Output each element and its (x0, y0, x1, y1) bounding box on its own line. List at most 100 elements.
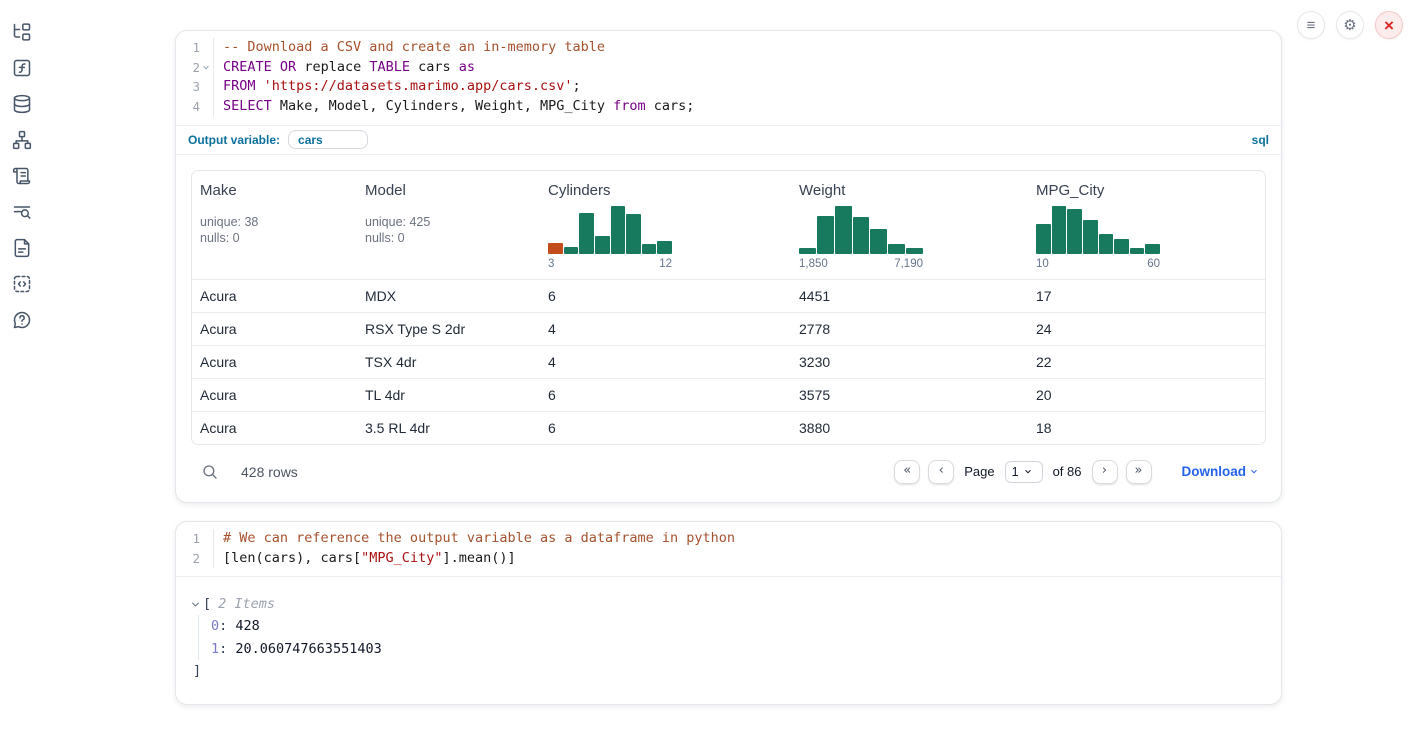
table-cell: 18 (1028, 420, 1265, 436)
histogram-bar (1067, 209, 1082, 254)
tree-body: 0: 4281: 20.060747663551403 (198, 615, 1261, 660)
code-line: 2[len(cars), cars["MPG_City"].mean()] (176, 549, 1281, 569)
column-histogram: 3 12 (548, 206, 672, 270)
table-cell: 3575 (791, 387, 1028, 403)
tree-colon: : (219, 641, 235, 657)
fold-spacer (200, 38, 211, 58)
table-cell: Acura (192, 321, 357, 337)
sitemap-icon[interactable] (12, 130, 32, 150)
output-variable-input[interactable] (288, 130, 368, 149)
tree-head: [ 2 Items (193, 593, 1261, 615)
tree-entry: 1: 20.060747663551403 (211, 638, 1261, 661)
histogram-max-label: 7,190 (894, 258, 923, 270)
histogram-max-label: 12 (659, 258, 672, 270)
table-cell: RSX Type S 2dr (357, 321, 540, 337)
code-text[interactable]: SELECT Make, Model, Cylinders, Weight, M… (213, 97, 1281, 117)
table-cell: 22 (1028, 354, 1265, 370)
tree-key: 0 (211, 618, 219, 634)
search-list-icon[interactable] (12, 202, 32, 222)
double-chevron-left-icon: « (903, 463, 911, 478)
table-body: AcuraMDX6445117AcuraRSX Type S 2dr427782… (192, 279, 1265, 444)
fold-spacer (200, 529, 211, 549)
sql-cell: 1 -- Download a CSV and create an in-memo… (175, 30, 1282, 503)
page-select[interactable]: 1 (1005, 461, 1043, 483)
help-icon[interactable] (12, 310, 32, 330)
settings-button[interactable]: ⚙ (1336, 11, 1364, 39)
fold-spacer (200, 549, 211, 569)
table-row: AcuraTSX 4dr4323022 (192, 345, 1265, 378)
column-header-make[interactable]: Makeunique: 38nulls: 0 (192, 182, 357, 270)
column-header-mpg_city[interactable]: MPG_City1060 (1028, 182, 1265, 270)
table-cell: TSX 4dr (357, 354, 540, 370)
line-number: 4 (176, 97, 200, 117)
histogram-min-label: 10 (1036, 258, 1049, 270)
shutdown-button[interactable]: × (1375, 11, 1403, 39)
page-total-label: of 86 (1053, 464, 1082, 479)
column-histogram: 1060 (1036, 206, 1160, 270)
code-text[interactable]: # We can reference the output variable a… (213, 529, 1281, 549)
sql-cell-meta: Output variable: sql (176, 126, 1281, 155)
output-variable-label: Output variable: (188, 133, 280, 147)
first-page-button[interactable]: « (894, 460, 920, 484)
chevron-down-icon (203, 63, 209, 69)
code-text[interactable]: CREATE OR replace TABLE cars as (213, 58, 1281, 78)
double-chevron-right-icon: » (1135, 463, 1143, 478)
tree-entry: 0: 428 (211, 615, 1261, 638)
column-header-model[interactable]: Modelunique: 425nulls: 0 (357, 182, 540, 270)
menu-button[interactable]: ≡ (1297, 11, 1325, 39)
table-footer: 428 rows « ‹ Page 1 of 86 › » Download (191, 445, 1266, 487)
tree-value: 20.060747663551403 (235, 641, 381, 657)
download-button[interactable]: Download (1182, 464, 1257, 479)
document-icon[interactable] (12, 238, 32, 258)
function-icon[interactable] (12, 58, 32, 78)
table-cell: 4451 (791, 288, 1028, 304)
sidebar (0, 0, 44, 330)
code-line: 2CREATE OR replace TABLE cars as (176, 58, 1281, 78)
histogram-bar (1130, 248, 1145, 254)
notebook: 1 -- Download a CSV and create an in-memo… (175, 30, 1282, 723)
table-cell: 6 (540, 288, 791, 304)
collapse-chevron-icon[interactable] (192, 599, 199, 606)
column-name: Make (200, 182, 349, 199)
code-text[interactable]: -- Download a CSV and create an in-memor… (213, 38, 1281, 58)
table-cell: 4 (540, 354, 791, 370)
table-cell: 24 (1028, 321, 1265, 337)
histogram-bar (888, 244, 905, 254)
chevron-right-icon: › (1102, 463, 1107, 478)
scroll-icon[interactable] (12, 166, 32, 186)
sql-code-editor[interactable]: 1-- Download a CSV and create an in-memo… (176, 31, 1281, 126)
tree-key: 1 (211, 641, 219, 657)
histogram-bar (870, 229, 887, 254)
items-count: 2 Items (218, 593, 275, 615)
column-header-cylinders[interactable]: Cylinders312 (540, 182, 791, 270)
code-text[interactable]: FROM 'https://datasets.marimo.app/cars.c… (213, 77, 1281, 97)
next-page-button[interactable]: › (1092, 460, 1118, 484)
file-tree-icon[interactable] (12, 22, 32, 42)
histogram-bar (853, 217, 870, 254)
table-cell: Acura (192, 387, 357, 403)
page-select-value: 1 (1012, 465, 1019, 479)
snippets-icon[interactable] (12, 274, 32, 294)
table-cell: 4 (540, 321, 791, 337)
table-cell: Acura (192, 288, 357, 304)
database-icon[interactable] (12, 94, 32, 114)
search-icon[interactable] (201, 463, 219, 481)
table-cell: Acura (192, 354, 357, 370)
python-cell: 1 # We can reference the output variable … (175, 521, 1282, 705)
pagination: « ‹ Page 1 of 86 › » Download (894, 460, 1256, 484)
last-page-button[interactable]: » (1126, 460, 1152, 484)
fold-chevron-icon[interactable] (200, 58, 211, 78)
close-bracket: ] (193, 660, 1261, 682)
fold-spacer (200, 97, 211, 117)
close-icon: × (1384, 17, 1394, 34)
code-text[interactable]: [len(cars), cars["MPG_City"].mean()] (213, 549, 1281, 569)
histogram-min-label: 3 (548, 258, 554, 270)
histogram-bar (1099, 234, 1114, 254)
prev-page-button[interactable]: ‹ (928, 460, 954, 484)
histogram-bar (1052, 206, 1067, 254)
table-cell: 3.5 RL 4dr (357, 420, 540, 436)
python-code-editor[interactable]: 1# We can reference the output variable … (176, 522, 1281, 577)
code-line: 1# We can reference the output variable … (176, 529, 1281, 549)
histogram-bars (799, 206, 923, 254)
column-header-weight[interactable]: Weight1,8507,190 (791, 182, 1028, 270)
